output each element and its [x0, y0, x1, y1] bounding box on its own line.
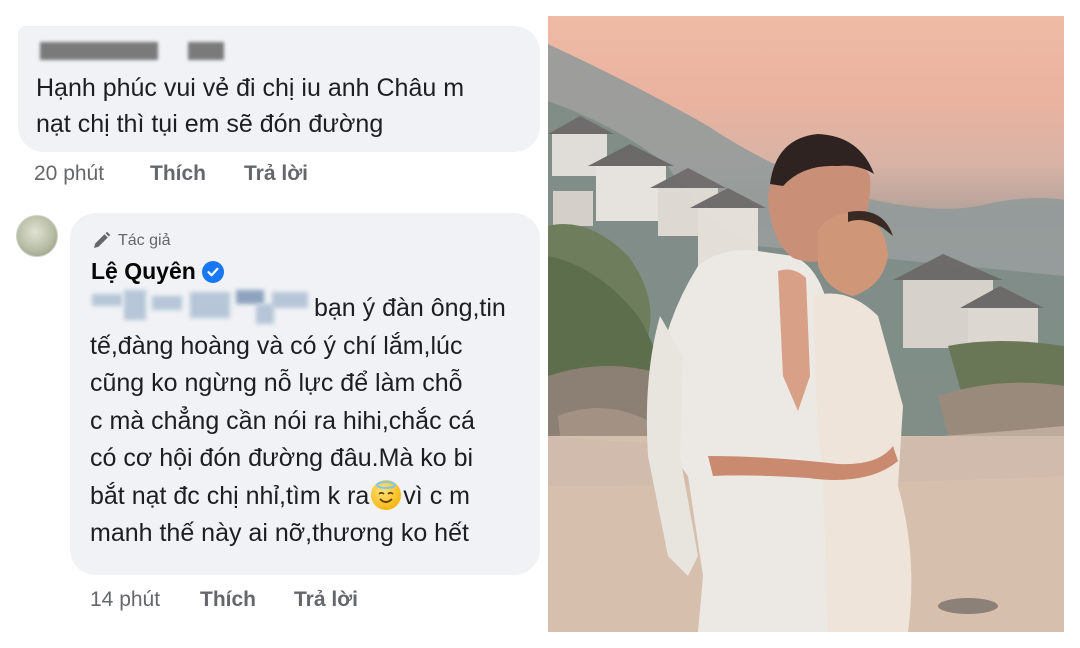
author-name[interactable]: Lệ Quyên — [91, 258, 224, 285]
photo-illustration — [548, 44, 1064, 632]
comments-screenshot: Hạnh phúc vui vẻ đi chị iu anh Châu m nạt… — [0, 0, 540, 648]
comment-1-meta: 20 phút Thích Trả lời — [34, 162, 308, 186]
comment-2-reply-button[interactable]: Trả lời — [294, 588, 358, 612]
verified-badge-icon — [201, 260, 224, 283]
avatar[interactable] — [16, 215, 58, 257]
comment-2-text: bạn ý đàn ông,tin tế,đàng hoàng và có ý c… — [90, 294, 506, 547]
comment-1-text: Hạnh phúc vui vẻ đi chị iu anh Châu m nạt… — [36, 74, 465, 138]
author-badge-label: Tác giả — [118, 232, 171, 249]
comment-1-reply-button[interactable]: Trả lời — [244, 162, 308, 186]
comment-2-meta: 14 phút Thích Trả lời — [90, 588, 358, 612]
comment-1-time: 20 phút — [34, 162, 105, 185]
author-name-text: Lệ Quyên — [91, 258, 196, 284]
pencil-icon — [94, 231, 111, 248]
comment-2-like-button[interactable]: Thích — [200, 588, 256, 612]
smiling-face-with-halo-icon — [371, 479, 402, 510]
comment-2-time: 14 phút — [90, 588, 161, 611]
author-badge: Tác giả — [90, 230, 170, 252]
comment-1-like-button[interactable]: Thích — [150, 162, 206, 186]
couple-beach-photo — [548, 16, 1064, 632]
